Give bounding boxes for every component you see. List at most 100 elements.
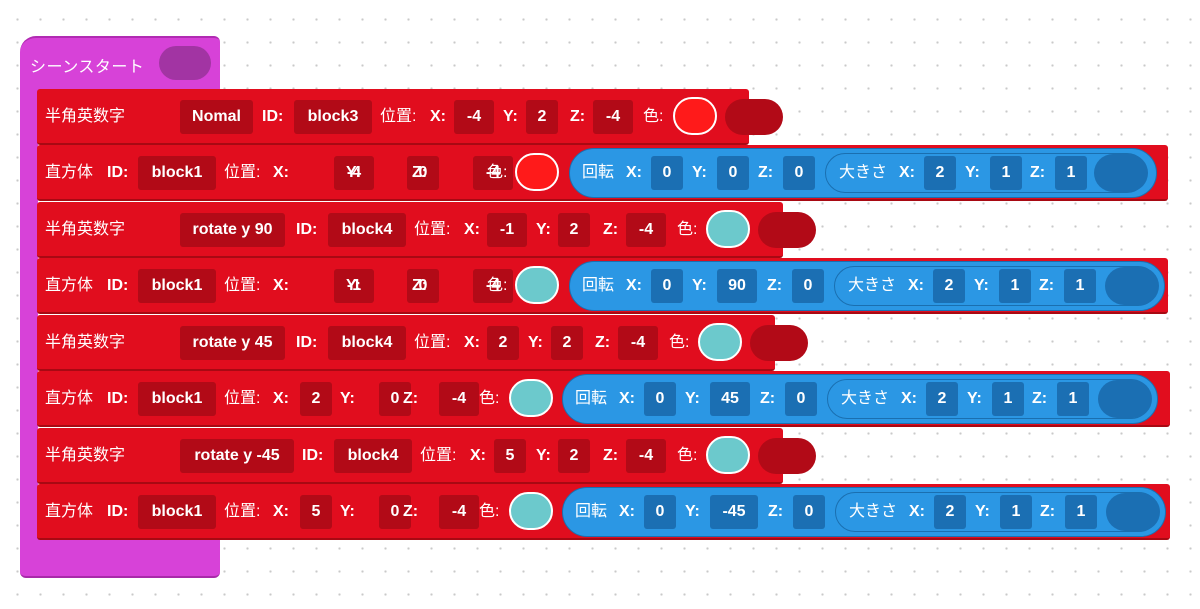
size-z-input[interactable]: 1 bbox=[1057, 382, 1089, 416]
size-z-input[interactable]: 1 bbox=[1064, 269, 1096, 303]
position-y-input[interactable]: 2 bbox=[551, 326, 583, 360]
position-y-input[interactable]: 2 bbox=[558, 439, 590, 473]
position-z-input[interactable]: -4 bbox=[593, 100, 633, 134]
rotation-z-input[interactable]: 0 bbox=[792, 269, 824, 303]
text-input[interactable]: rotate y -45 bbox=[180, 439, 294, 473]
size-block[interactable]: 大きさ X: 2 Y: 1 Z: 1 bbox=[825, 153, 1148, 193]
size-block[interactable]: 大きさ X: 2 Y: 1 Z: 1 bbox=[834, 266, 1159, 306]
position-z-input[interactable]: -4 bbox=[626, 213, 666, 247]
size-x-input[interactable]: 2 bbox=[924, 156, 956, 190]
text-input[interactable]: rotate y 90 bbox=[180, 213, 285, 247]
color-swatch[interactable] bbox=[698, 323, 742, 361]
rotation-x-input[interactable]: 0 bbox=[651, 156, 683, 190]
empty-slot[interactable] bbox=[1106, 493, 1160, 531]
size-block[interactable]: 大きさ X: 2 Y: 1 Z: 1 bbox=[827, 379, 1152, 419]
color-swatch[interactable] bbox=[706, 436, 750, 474]
position-x-input[interactable]: 2 bbox=[487, 326, 519, 360]
position-z-input[interactable]: -4 bbox=[439, 495, 479, 529]
id-input[interactable]: block1 bbox=[138, 382, 216, 416]
color-label: 色: bbox=[643, 108, 664, 125]
box-block[interactable]: 直方体 ID: block1 位置: X: -4 Y: 0 Z: -4 色: 回転 X: 0 Y: 0 Z: 0 大… bbox=[37, 145, 1168, 201]
box-block[interactable]: 直方体 ID: block1 位置: X: 5 Y: 0 Z: -4 色: 回転 X: 0 Y: -45 Z: 0… bbox=[37, 484, 1170, 540]
text-block[interactable]: 半角英数字 rotate y 45 ID: block4 位置: X: 2 Y: 2 Z: -4 色: bbox=[37, 315, 808, 371]
rotation-y-input[interactable]: -45 bbox=[710, 495, 758, 529]
empty-slot[interactable] bbox=[758, 438, 816, 474]
z-label: Z: bbox=[595, 334, 611, 351]
rotation-y-input[interactable]: 0 bbox=[717, 156, 749, 190]
position-x-input[interactable]: 5 bbox=[300, 495, 332, 529]
id-input[interactable]: block1 bbox=[138, 495, 216, 529]
position-x-input[interactable]: 2 bbox=[300, 382, 332, 416]
size-label: 大きさ bbox=[849, 503, 898, 520]
rotation-y-input[interactable]: 45 bbox=[710, 382, 750, 416]
text-block[interactable]: 半角英数字 rotate y 90 ID: block4 位置: X: -1 Y: 2 Z: -4 色… bbox=[37, 202, 816, 258]
text-input[interactable]: Nomal bbox=[180, 100, 253, 134]
scene-start-slot[interactable] bbox=[159, 46, 211, 80]
z-label: Z: bbox=[603, 447, 619, 464]
rotation-y-input[interactable]: 90 bbox=[717, 269, 757, 303]
color-swatch[interactable] bbox=[515, 153, 559, 191]
position-z-input[interactable]: -4 bbox=[626, 439, 666, 473]
empty-slot[interactable] bbox=[725, 99, 783, 135]
rotation-block[interactable]: 回転 X: 0 Y: -45 Z: 0 大きさ X: 2 Y: 1 Z: 1 bbox=[562, 487, 1166, 537]
color-swatch[interactable] bbox=[509, 379, 553, 417]
color-swatch[interactable] bbox=[515, 266, 559, 304]
z-label: Z: bbox=[570, 108, 586, 125]
id-input[interactable]: block1 bbox=[138, 156, 216, 190]
empty-slot[interactable] bbox=[758, 212, 816, 248]
size-y-input[interactable]: 1 bbox=[992, 382, 1024, 416]
x-label: X: bbox=[273, 164, 289, 181]
size-y-input[interactable]: 1 bbox=[1000, 495, 1032, 529]
size-x-input[interactable]: 2 bbox=[926, 382, 958, 416]
color-swatch[interactable] bbox=[509, 492, 553, 530]
size-y-input[interactable]: 1 bbox=[990, 156, 1022, 190]
color-swatch[interactable] bbox=[673, 97, 717, 135]
text-input[interactable]: rotate y 45 bbox=[180, 326, 285, 360]
rotation-x-input[interactable]: 0 bbox=[644, 495, 676, 529]
rotation-block[interactable]: 回転 X: 0 Y: 90 Z: 0 大きさ X: 2 Y: 1 Z: 1 bbox=[569, 261, 1165, 311]
size-block[interactable]: 大きさ X: 2 Y: 1 Z: 1 bbox=[835, 492, 1160, 532]
id-input[interactable]: block3 bbox=[294, 100, 372, 134]
y-label: Y: bbox=[528, 334, 543, 351]
size-z-input[interactable]: 1 bbox=[1065, 495, 1097, 529]
id-input[interactable]: block1 bbox=[138, 269, 216, 303]
size-y-input[interactable]: 1 bbox=[999, 269, 1031, 303]
rotation-label: 回転 bbox=[582, 164, 615, 181]
position-z-input[interactable]: -4 bbox=[439, 382, 479, 416]
empty-slot[interactable] bbox=[750, 325, 808, 361]
id-input[interactable]: block4 bbox=[334, 439, 412, 473]
size-z-input[interactable]: 1 bbox=[1055, 156, 1087, 190]
x-label: X: bbox=[901, 390, 917, 407]
box-block[interactable]: 直方体 ID: block1 位置: X: -1 Y: 0 Z: -4 色: 回転 X: 0 Y: 90 Z: 0… bbox=[37, 258, 1168, 314]
box-block[interactable]: 直方体 ID: block1 位置: X: 2 Y: 0 Z: -4 色: 回転 X: 0 Y: 45 Z: 0 大… bbox=[37, 371, 1170, 427]
rotation-x-input[interactable]: 0 bbox=[644, 382, 676, 416]
id-input[interactable]: block4 bbox=[328, 326, 406, 360]
rotation-block[interactable]: 回転 X: 0 Y: 45 Z: 0 大きさ X: 2 Y: 1 Z: 1 bbox=[562, 374, 1158, 424]
empty-slot[interactable] bbox=[1105, 267, 1159, 305]
id-input[interactable]: block4 bbox=[328, 213, 406, 247]
block-title-label: 直方体 bbox=[45, 277, 94, 294]
position-x-input[interactable]: 5 bbox=[494, 439, 526, 473]
size-label: 大きさ bbox=[839, 164, 888, 181]
position-y-input[interactable]: 2 bbox=[558, 213, 590, 247]
size-x-input[interactable]: 2 bbox=[934, 495, 966, 529]
size-x-input[interactable]: 2 bbox=[933, 269, 965, 303]
rotation-z-input[interactable]: 0 bbox=[783, 156, 815, 190]
text-block[interactable]: 半角英数字 Nomal ID: block3 位置: X: -4 Y: 2 Z: -4 色: bbox=[37, 89, 783, 145]
color-swatch[interactable] bbox=[706, 210, 750, 248]
y-label: Y: bbox=[346, 164, 361, 181]
position-z-input[interactable]: -4 bbox=[618, 326, 658, 360]
block-title-label: 直方体 bbox=[45, 503, 94, 520]
y-label: Y: bbox=[340, 390, 355, 407]
rotation-x-input[interactable]: 0 bbox=[651, 269, 683, 303]
id-label: ID: bbox=[107, 277, 129, 294]
position-y-input[interactable]: 2 bbox=[526, 100, 558, 134]
position-x-input[interactable]: -1 bbox=[487, 213, 527, 247]
rotation-z-input[interactable]: 0 bbox=[793, 495, 825, 529]
rotation-block[interactable]: 回転 X: 0 Y: 0 Z: 0 大きさ X: 2 Y: 1 Z: 1 bbox=[569, 148, 1157, 198]
empty-slot[interactable] bbox=[1094, 154, 1148, 192]
empty-slot[interactable] bbox=[1098, 380, 1152, 418]
position-x-input[interactable]: -4 bbox=[454, 100, 494, 134]
rotation-z-input[interactable]: 0 bbox=[785, 382, 817, 416]
text-block[interactable]: 半角英数字 rotate y -45 ID: block4 位置: X: 5 Y: 2 Z: -4 色… bbox=[37, 428, 816, 484]
